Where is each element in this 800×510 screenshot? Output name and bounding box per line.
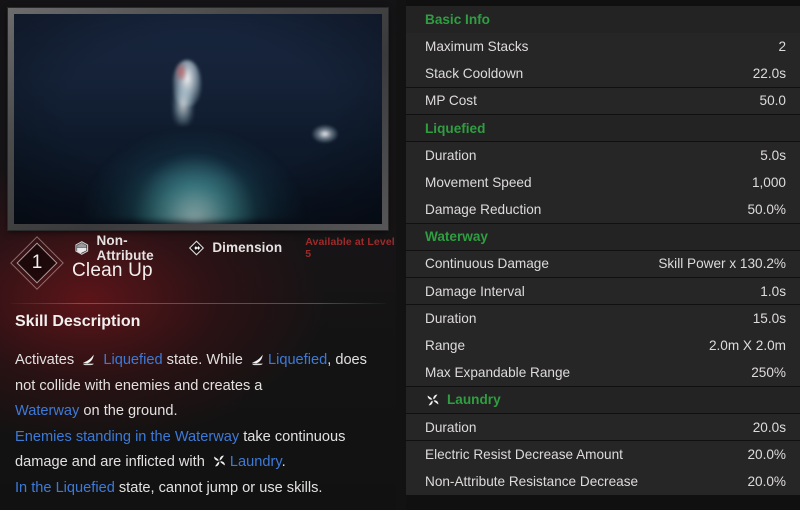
stat-key: Continuous Damage: [425, 256, 549, 272]
stat-value: 2.0m X 2.0m: [708, 338, 786, 354]
stat-section-label: Laundry: [425, 392, 501, 408]
stat-key: Duration: [425, 147, 477, 163]
stat-row: Duration 5.0s: [406, 141, 800, 169]
stat-value: 22.0s: [752, 66, 786, 82]
desc-link-enemies-waterway: Enemies standing in the Waterway: [15, 428, 240, 445]
stat-section-header: Laundry: [406, 386, 800, 414]
stat-section-header: Waterway: [406, 223, 800, 251]
type-tag-label: Dimension: [212, 240, 283, 255]
stat-row: Non-Attribute Resistance Decrease 20.0%: [406, 468, 800, 495]
stat-row: Damage Reduction 50.0%: [406, 196, 800, 223]
desc-text-6: .: [281, 454, 286, 470]
stat-key: Damage Reduction: [425, 202, 542, 218]
laundry-icon: [427, 394, 439, 406]
stat-row: Damage Interval 1.0s: [406, 277, 800, 305]
stat-key: Duration: [425, 310, 477, 326]
desc-text-7: state, cannot jump or use skills.: [118, 479, 323, 496]
stat-row: Duration 15.0s: [406, 305, 800, 332]
stat-value: 20.0%: [747, 446, 786, 462]
stat-key: Damage Interval: [425, 283, 525, 299]
skill-header-text: Non-Attribute Dimension Available at Lev…: [72, 233, 396, 282]
stat-section-header: Liquefied: [406, 114, 800, 142]
non-attribute-icon: [75, 240, 89, 255]
desc-link-in-liquefied: In the Liquefied: [15, 479, 115, 496]
stat-key: Max Expandable Range: [425, 365, 571, 381]
stat-value: 5.0s: [760, 147, 786, 163]
attribute-tag: Non-Attribute: [72, 233, 177, 263]
stat-section-text: Basic Info: [425, 11, 490, 27]
liquefied-icon-2: [251, 354, 263, 366]
desc-link-liquefied-2: Liquefied: [267, 352, 328, 368]
stat-key: Stack Cooldown: [425, 66, 524, 82]
desc-link-waterway: Waterway: [15, 403, 80, 419]
stat-value: 20.0%: [747, 473, 786, 489]
availability-label: Available at Level 5: [305, 235, 395, 260]
stat-section-text: Liquefied: [425, 120, 486, 136]
stat-value: 50.0: [759, 93, 786, 109]
stat-row: MP Cost 50.0: [406, 87, 800, 115]
stat-section-label: Liquefied: [425, 121, 485, 136]
stat-key: MP Cost: [425, 93, 477, 109]
skill-overview-panel: 1 Non-Attribute Dimension Available at L…: [0, 0, 396, 510]
stat-value: 250%: [751, 365, 786, 381]
stat-value: Skill Power x 130.2%: [658, 256, 786, 272]
desc-text-4: on the ground.: [83, 403, 178, 419]
stat-row: Movement Speed 1,000: [406, 169, 800, 196]
skill-level-number: 1: [31, 252, 43, 273]
stat-key: Duration: [425, 419, 477, 435]
stat-key: Maximum Stacks: [425, 38, 529, 54]
stat-key: Range: [425, 338, 466, 354]
stat-row: Max Expandable Range 250%: [406, 359, 800, 387]
stat-section-text: Waterway: [425, 229, 488, 245]
stat-value: 50.0%: [747, 202, 786, 218]
stat-row: Maximum Stacks 2: [406, 33, 800, 60]
stat-row: Continuous Damage Skill Power x 130.2%: [406, 250, 800, 278]
laundry-icon: [214, 455, 225, 467]
attribute-tag-label: Non-Attribute: [96, 232, 154, 263]
stat-key: Non-Attribute Resistance Decrease: [425, 473, 639, 489]
desc-link-liquefied-1: Liquefied: [103, 352, 163, 368]
skill-preview-frame: [8, 8, 388, 230]
skill-description-body: Activates Liquefied state. While Liquefi…: [15, 348, 387, 501]
dimension-icon: [189, 239, 205, 256]
skill-header: 1 Non-Attribute Dimension Available at L…: [0, 233, 396, 296]
stat-value: 20.0s: [752, 419, 786, 435]
skill-name: Clean Up: [72, 260, 153, 281]
stat-key: Movement Speed: [425, 174, 532, 190]
stat-section-text: Laundry: [447, 392, 501, 408]
stat-value: 1.0s: [760, 283, 786, 299]
stat-section-label: Basic Info: [425, 12, 490, 27]
stat-section-header: Basic Info: [406, 6, 800, 33]
skill-level-badge: 1: [10, 236, 64, 290]
desc-text-1: Activates: [15, 352, 75, 368]
skill-preview-image: [14, 14, 382, 224]
stat-value: 15.0s: [752, 310, 786, 326]
vignette-overlay: [14, 14, 382, 224]
stat-key: Electric Resist Decrease Amount: [425, 446, 623, 462]
skill-description-title: Skill Description: [15, 313, 141, 330]
stat-row: Stack Cooldown 22.0s: [406, 60, 800, 87]
skill-tag-row: Non-Attribute Dimension Available at Lev…: [72, 233, 396, 263]
stat-rows-container: Basic Info Maximum Stacks 2 Stack Cooldown 2…: [406, 6, 800, 495]
stat-section-label: Waterway: [425, 229, 488, 244]
stat-value: 2: [778, 38, 786, 54]
type-tag: Dimension: [186, 239, 283, 256]
desc-text-2: state. While: [166, 352, 243, 368]
stat-value: 1,000: [751, 174, 786, 190]
stat-row: Range 2.0m X 2.0m: [406, 332, 800, 359]
stat-row: Electric Resist Decrease Amount 20.0%: [406, 441, 800, 468]
skill-stats-panel: Basic Info Maximum Stacks 2 Stack Cooldown 2…: [406, 0, 800, 510]
section-divider: [10, 303, 386, 304]
liquefied-icon: [83, 354, 95, 366]
skill-detail-panel: 1 Non-Attribute Dimension Available at L…: [0, 0, 800, 510]
stat-row: Duration 20.0s: [406, 413, 800, 441]
desc-link-laundry: Laundry: [229, 454, 282, 470]
